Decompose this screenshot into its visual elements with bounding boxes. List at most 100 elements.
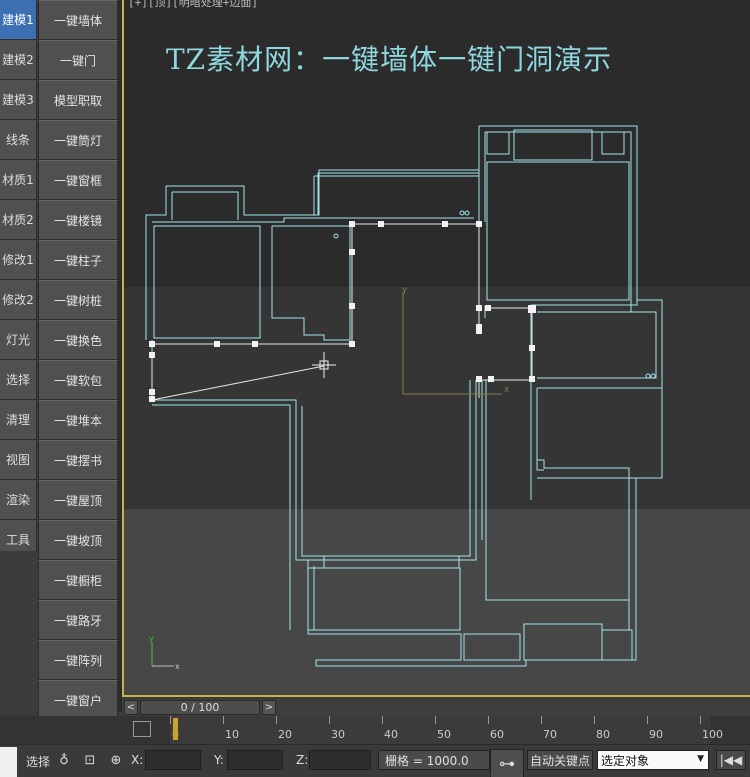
wall-line [479,125,638,300]
tool-button[interactable]: 一键堆本 [38,400,118,440]
tool-button[interactable]: 模型职取 [38,80,118,120]
ruler-tick-label: 90 [649,728,663,741]
category-tab[interactable]: 建模2 [0,40,37,80]
ruler-tick-label: 70 [543,728,557,741]
ruler-tick-mark [329,716,330,724]
z-coord-field[interactable] [309,750,371,770]
grid-size-display: 栅格 = 1000.0 [378,750,490,770]
cursor-crosshair [312,352,336,378]
category-tab[interactable]: 材质2 [0,200,37,240]
tool-button[interactable]: 一键窗户 [38,680,118,720]
ruler-tick-mark [276,716,277,724]
viewport-label[interactable]: [+][顶][明暗处理+边面] [128,0,258,10]
time-prev-button[interactable]: < [124,700,138,715]
tool-column: 一键墙体 一键门 模型职取 一键筒灯 一键窗框 一键楼镜 一键柱子 一键树桩 一键换色 一键软包一… [38,0,118,720]
tool-button[interactable]: 一键摆书 [38,440,118,480]
gizmo-y-label: y [402,285,408,295]
ruler-tick-mark [647,716,648,724]
wall-line [486,161,630,301]
selected-wall [479,307,533,381]
wall-line [153,225,261,339]
y-coord-field[interactable] [227,750,283,770]
x-coord-label: X: [131,753,144,767]
svg-text:y: y [149,634,154,643]
lock-icon[interactable]: ⊡ [82,752,98,768]
current-frame-marker[interactable] [173,718,178,740]
tool-button[interactable]: 一键筒灯 [38,120,118,160]
category-tab[interactable]: 建模1 [0,0,37,40]
wall-line [152,404,291,630]
category-tab[interactable]: 线条 [0,120,37,160]
key-filter-value: 选定对象 [601,753,650,768]
tool-button[interactable]: 一键树桩 [38,280,118,320]
track-bar[interactable]: 0102030405060708090100 [170,716,723,744]
tool-button[interactable]: 一键门 [38,40,118,80]
go-to-start-button[interactable]: |◀◀ [716,750,746,770]
wall-line [537,311,657,379]
ruler-tick-label: 20 [278,728,292,741]
wall-line [536,388,544,471]
tool-button[interactable]: 一键屋顶 [38,480,118,520]
wall-line [172,191,239,220]
time-next-button[interactable]: > [262,700,276,715]
time-slider-bar: < 0 / 100 > [122,699,750,716]
tool-button[interactable]: 一键窗框 [38,160,118,200]
wall-line [485,380,630,601]
x-coord-field[interactable] [145,750,201,770]
category-tab[interactable]: 修改2 [0,280,37,320]
tool-button[interactable]: 一键坡顶 [38,520,118,560]
time-slider[interactable]: 0 / 100 [140,700,260,715]
ruler-tick-mark [541,716,542,724]
wall-line [523,623,603,661]
status-bar: 选择 ♁ ⊡ ⊕ X: Y: Z: 栅格 = 1000.0 ⊶ 自动关键点 选定… [0,744,750,777]
wall-line [604,478,637,661]
ruler-tick-label: 80 [596,728,610,741]
wall-line [152,217,474,223]
ruler-tick-mark [700,716,701,724]
wall-line [301,380,471,557]
wall-line [151,340,477,561]
tool-button[interactable]: 一键柱子 [38,240,118,280]
ruler-tick-mark [223,716,224,724]
mini-curve-editor-icon[interactable] [133,721,151,737]
category-tab[interactable]: 选择 [0,360,37,400]
absolute-mode-icon[interactable]: ⊕ [108,752,124,768]
tool-button[interactable]: 一键路牙 [38,600,118,640]
tool-button[interactable]: 一键楼镜 [38,200,118,240]
wall-line [145,186,167,340]
tool-button[interactable]: 一键墙体 [38,0,118,40]
ruler-tick-mark [435,716,436,724]
left-panel-empty [0,551,38,712]
tool-button[interactable]: 一键阵列 [38,640,118,680]
app-window: 建模1 建模2 建模3 线条 材质1 材质2 修改1 修改2 灯光 选择 清理 视图 渲染 工具 一键墙体… [0,0,750,777]
svg-text:x: x [175,662,180,671]
category-tab[interactable]: 修改1 [0,240,37,280]
category-tab[interactable]: 渲染 [0,480,37,520]
track-bar-row: 0102030405060708090100 [0,716,750,744]
category-tab[interactable]: 视图 [0,440,37,480]
tool-button[interactable]: 一键换色 [38,320,118,360]
gizmo-x-label: x [504,385,510,395]
y-coord-label: Y: [214,753,224,767]
ruler-tick-mark [488,716,489,724]
world-axis-icon: y x [149,634,180,671]
top-viewport[interactable]: y x y x [+][顶][明暗处理+边面] TZ素材网：一键墙体一键门洞演示 [122,0,750,697]
category-tab[interactable]: 灯光 [0,320,37,360]
viewport-title-overlay: TZ素材网：一键墙体一键门洞演示 [166,43,613,76]
floor-plan-drawing[interactable]: y x y x [124,0,750,697]
set-key-icon[interactable]: ⊶ [490,749,524,777]
category-tab[interactable]: 清理 [0,400,37,440]
category-tab[interactable]: 材质1 [0,160,37,200]
ruler-tick-mark [170,716,171,724]
wall-line [601,131,625,155]
tool-button[interactable]: 一键软包 [38,360,118,400]
wall-line [531,299,663,479]
lightbulb-icon[interactable]: ♁ [56,752,72,768]
category-tab[interactable]: 建模3 [0,80,37,120]
ruler-tick-label: 100 [702,728,723,741]
key-filter-select[interactable]: 选定对象 ▼ [597,750,709,770]
tool-button[interactable]: 一键橱柜 [38,560,118,600]
ruler-tick-label: 40 [384,728,398,741]
auto-key-button[interactable]: 自动关键点 [527,750,593,770]
ruler-tick-mark [594,716,595,724]
